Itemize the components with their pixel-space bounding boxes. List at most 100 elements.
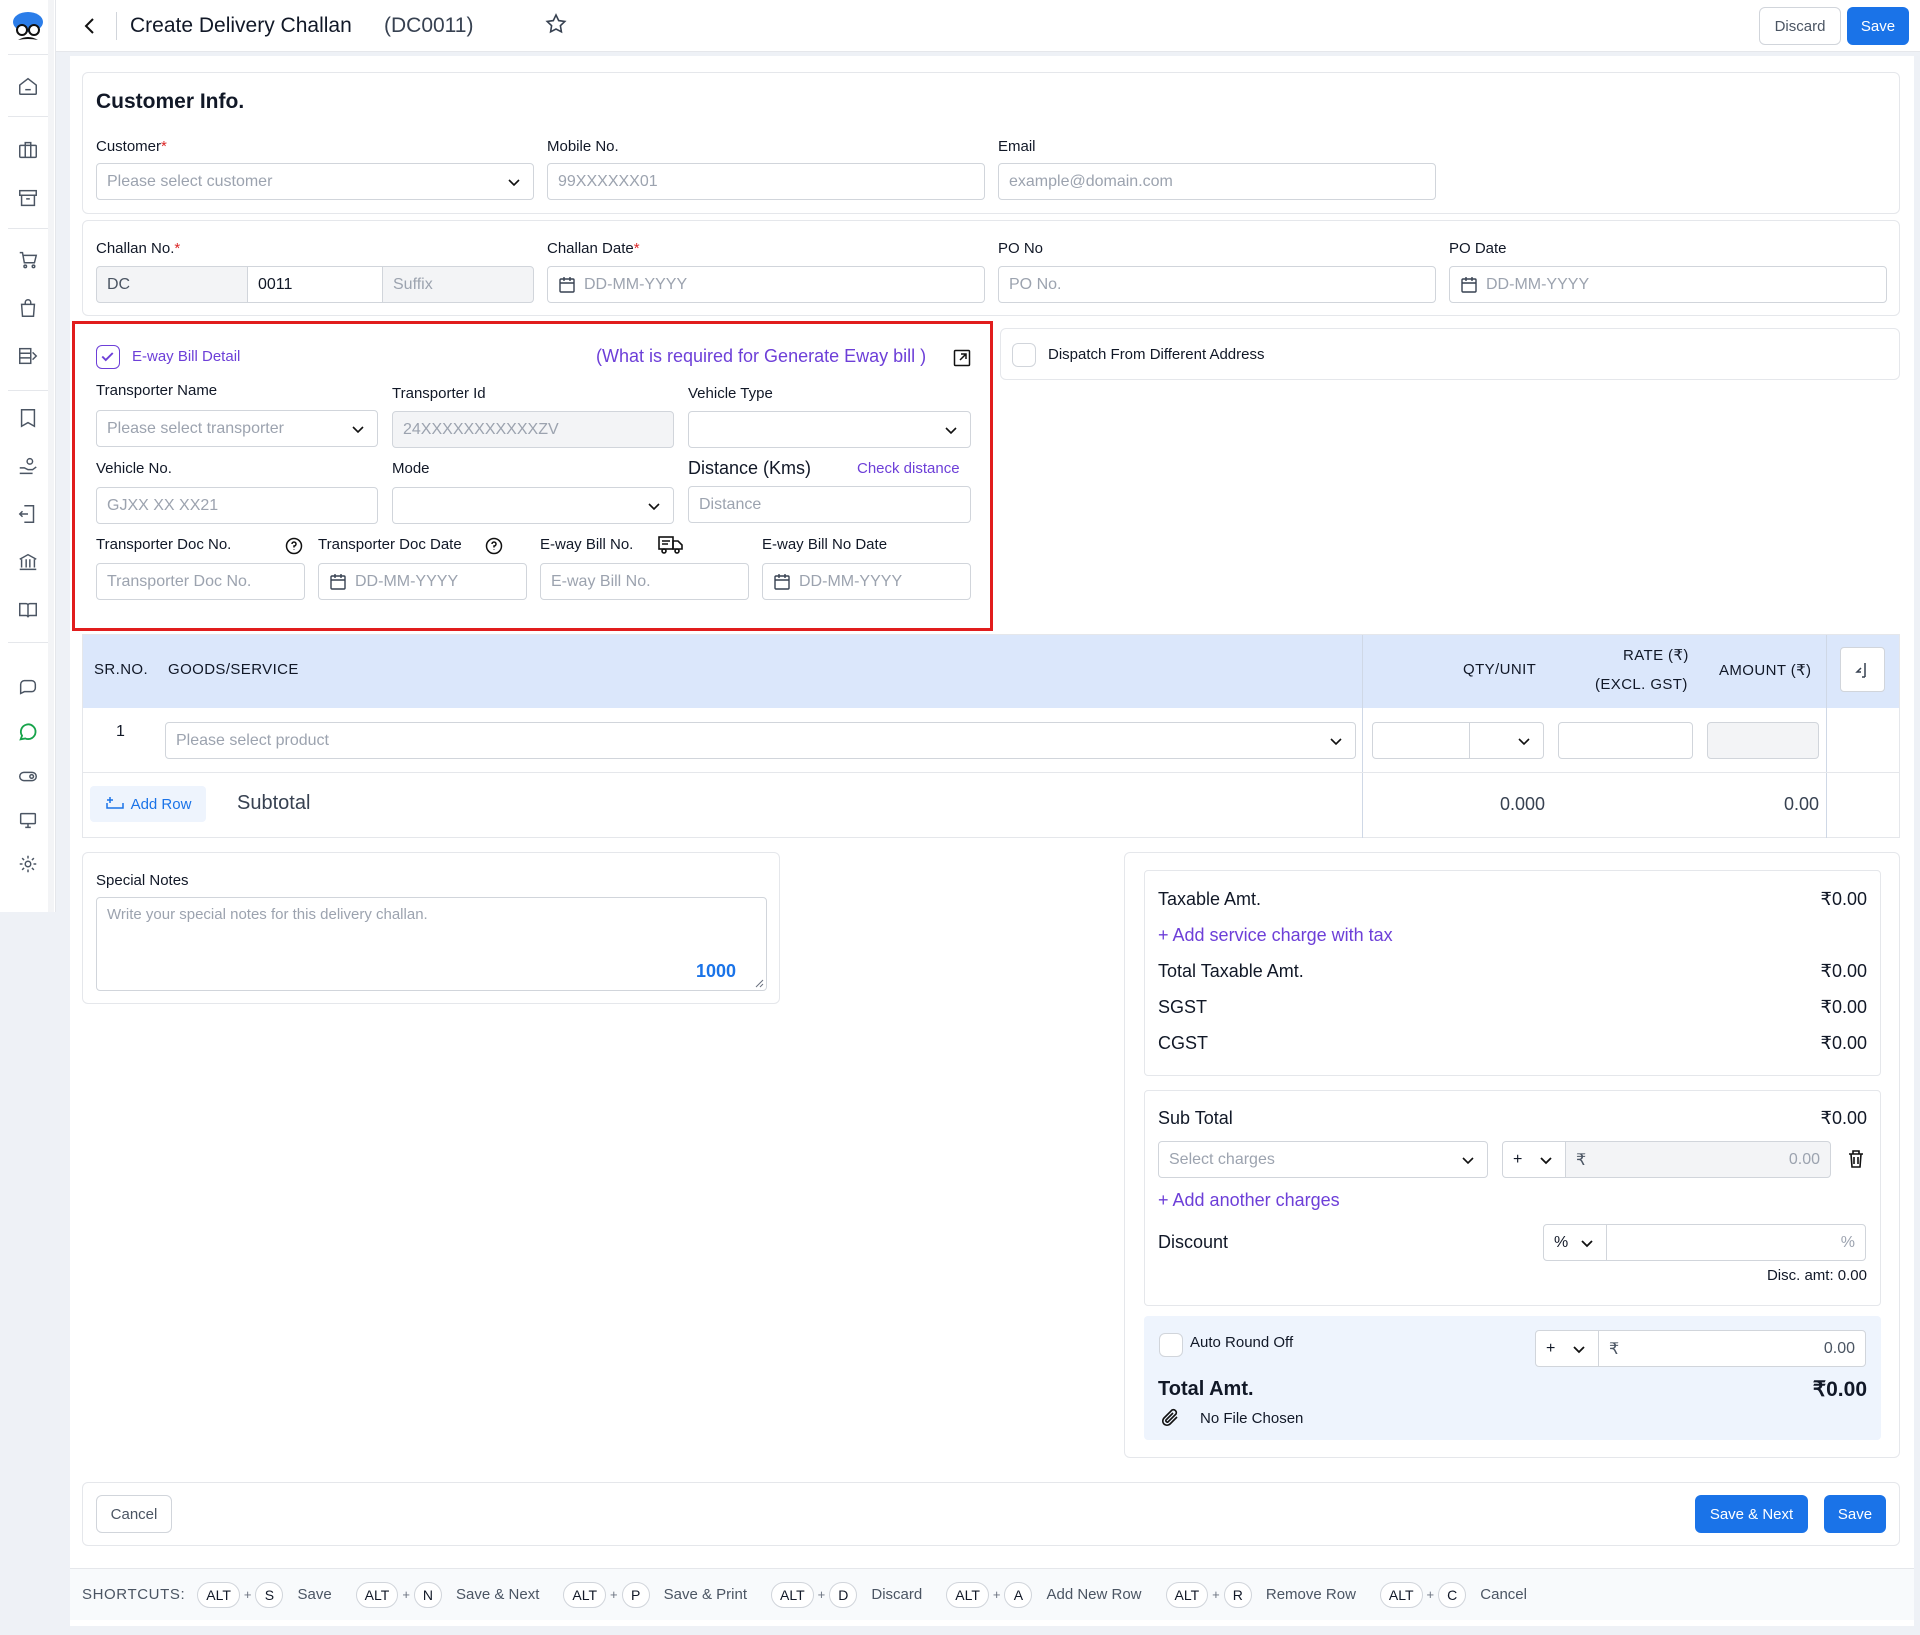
transporter-id-field[interactable]: 24XXXXXXXXXXXZV bbox=[392, 411, 674, 448]
returns-icon[interactable] bbox=[14, 500, 42, 528]
page-title: Create Delivery Challan bbox=[130, 14, 352, 37]
eway-bill-checkbox[interactable] bbox=[96, 345, 120, 369]
challan-number-field[interactable]: 0011 bbox=[247, 266, 383, 303]
plus-icon: + bbox=[1158, 1190, 1173, 1210]
calendar-icon bbox=[774, 573, 790, 590]
challan-suffix-field[interactable]: Suffix bbox=[382, 266, 534, 303]
rate-field[interactable] bbox=[1558, 722, 1693, 759]
trash-icon[interactable] bbox=[1845, 1148, 1867, 1170]
dispatch-checkbox[interactable] bbox=[1012, 343, 1036, 367]
settings-gear-icon[interactable] bbox=[14, 850, 42, 878]
home-icon[interactable] bbox=[14, 72, 42, 100]
charges-amount-field[interactable]: ₹ 0.00 bbox=[1565, 1141, 1831, 1178]
support-chat-icon[interactable] bbox=[14, 674, 42, 702]
col-amount: AMOUNT (₹) bbox=[1719, 662, 1812, 679]
transporter-doc-date-field[interactable]: DD-MM-YYYY bbox=[318, 563, 527, 600]
shortcut-key: ALT bbox=[563, 1581, 607, 1608]
email-field[interactable]: example@domain.com bbox=[998, 163, 1436, 200]
star-icon[interactable] bbox=[544, 12, 568, 36]
auto-round-label[interactable]: Auto Round Off bbox=[1190, 1334, 1293, 1351]
check-icon bbox=[101, 352, 114, 362]
qty-field[interactable] bbox=[1372, 722, 1470, 759]
challan-date-field[interactable]: DD-MM-YYYY bbox=[547, 266, 985, 303]
back-arrow-icon[interactable] bbox=[78, 14, 102, 38]
challan-prefix-field[interactable]: DC bbox=[96, 266, 248, 303]
add-row-button[interactable]: Add Row bbox=[90, 786, 206, 822]
subtotal-label: Subtotal bbox=[237, 792, 311, 814]
save-button[interactable]: Save bbox=[1847, 7, 1909, 45]
charges-sign-select[interactable]: + bbox=[1502, 1141, 1566, 1178]
help-circle-icon[interactable] bbox=[285, 537, 303, 555]
ledger-icon[interactable] bbox=[14, 404, 42, 432]
sidebar-scrollbar[interactable] bbox=[48, 0, 54, 912]
eway-help-link[interactable]: (What is required for Generate Eway bill… bbox=[596, 346, 926, 367]
product-select[interactable]: Please select product bbox=[165, 722, 1356, 759]
mobile-field[interactable]: 99XXXXXX01 bbox=[547, 163, 985, 200]
footer-actions bbox=[82, 1482, 1900, 1546]
chevron-down-icon bbox=[1581, 1239, 1593, 1247]
round-sign-select[interactable]: + bbox=[1535, 1330, 1599, 1367]
cancel-button[interactable]: Cancel bbox=[96, 1495, 172, 1533]
whatsapp-icon[interactable] bbox=[14, 718, 42, 746]
briefcase-icon[interactable] bbox=[14, 136, 42, 164]
transporter-select[interactable]: Please select transporter bbox=[96, 410, 378, 447]
inventory-icon[interactable] bbox=[14, 342, 42, 370]
footer-save-button[interactable]: Save bbox=[1824, 1495, 1886, 1533]
cgst-label: CGST bbox=[1158, 1033, 1209, 1053]
page-header: Create Delivery Challan (DC0011) Discard… bbox=[56, 0, 1920, 52]
customer-select[interactable]: Please select customer bbox=[96, 163, 534, 200]
auto-round-checkbox[interactable] bbox=[1159, 1333, 1183, 1357]
transporter-doc-no-field[interactable]: Transporter Doc No. bbox=[96, 563, 305, 600]
payments-icon[interactable] bbox=[14, 452, 42, 480]
rupee-symbol: ₹ bbox=[1576, 1151, 1587, 1169]
shortcut-label: Discard bbox=[871, 1586, 923, 1603]
unit-select[interactable] bbox=[1469, 722, 1544, 759]
book-icon[interactable] bbox=[14, 596, 42, 624]
add-service-charge-link[interactable]: + Add service charge with tax bbox=[1158, 925, 1393, 946]
shortcut-save: ALT + S Save bbox=[197, 1581, 355, 1608]
discount-field[interactable]: % bbox=[1606, 1224, 1866, 1261]
column-settings-button[interactable] bbox=[1840, 647, 1885, 692]
chevron-down-icon bbox=[945, 426, 957, 434]
check-distance-link[interactable]: Check distance bbox=[857, 460, 960, 477]
monitor-icon[interactable] bbox=[14, 806, 42, 834]
mode-select[interactable] bbox=[392, 487, 674, 524]
calendar-icon bbox=[559, 276, 575, 293]
chevron-down-icon bbox=[1540, 1156, 1552, 1164]
col-rate: RATE (₹) bbox=[1623, 647, 1689, 664]
po-no-field[interactable]: PO No. bbox=[998, 266, 1436, 303]
save-next-button[interactable]: Save & Next bbox=[1695, 1495, 1808, 1533]
bank-icon[interactable] bbox=[14, 548, 42, 576]
shortcuts-title: SHORTCUTS: bbox=[82, 1586, 186, 1603]
eway-bill-label[interactable]: E-way Bill Detail bbox=[132, 348, 240, 365]
dispatch-label[interactable]: Dispatch From Different Address bbox=[1048, 346, 1264, 363]
special-notes-textarea[interactable]: Write your special notes for this delive… bbox=[96, 897, 767, 991]
shopping-bag-icon[interactable] bbox=[14, 294, 42, 322]
brand-logo-icon[interactable] bbox=[10, 8, 46, 50]
col-goods-service: GOODS/SERVICE bbox=[168, 661, 299, 678]
discount-type-select[interactable]: % bbox=[1543, 1224, 1607, 1261]
resize-handle-icon[interactable] bbox=[754, 978, 764, 988]
help-circle-icon[interactable] bbox=[485, 537, 503, 555]
vehicle-no-label: Vehicle No. bbox=[96, 460, 172, 477]
amount-field bbox=[1707, 722, 1819, 759]
email-label: Email bbox=[998, 138, 1036, 155]
eway-bill-date-field[interactable]: DD-MM-YYYY bbox=[762, 563, 971, 600]
add-another-charges-link[interactable]: + Add another charges bbox=[1158, 1190, 1340, 1211]
distance-field[interactable]: Distance bbox=[688, 486, 971, 523]
shortcut-label: Save bbox=[297, 1586, 332, 1603]
vehicle-type-select[interactable] bbox=[688, 411, 971, 448]
toggle-icon[interactable] bbox=[14, 762, 42, 790]
eway-bill-no-field[interactable]: E-way Bill No. bbox=[540, 563, 749, 600]
cart-icon[interactable] bbox=[14, 246, 42, 274]
charges-select[interactable]: Select charges bbox=[1158, 1141, 1488, 1178]
external-link-icon[interactable] bbox=[953, 349, 971, 367]
shortcut-key: R bbox=[1223, 1581, 1252, 1608]
round-amount-field[interactable]: ₹ 0.00 bbox=[1598, 1330, 1866, 1367]
transporter-id-label: Transporter Id bbox=[392, 385, 486, 402]
po-date-field[interactable]: DD-MM-YYYY bbox=[1449, 266, 1887, 303]
vehicle-no-field[interactable]: GJXX XX XX21 bbox=[96, 487, 378, 524]
archive-icon[interactable] bbox=[14, 184, 42, 212]
attachment-paperclip-icon[interactable] bbox=[1160, 1406, 1182, 1430]
discard-button[interactable]: Discard bbox=[1759, 7, 1841, 45]
